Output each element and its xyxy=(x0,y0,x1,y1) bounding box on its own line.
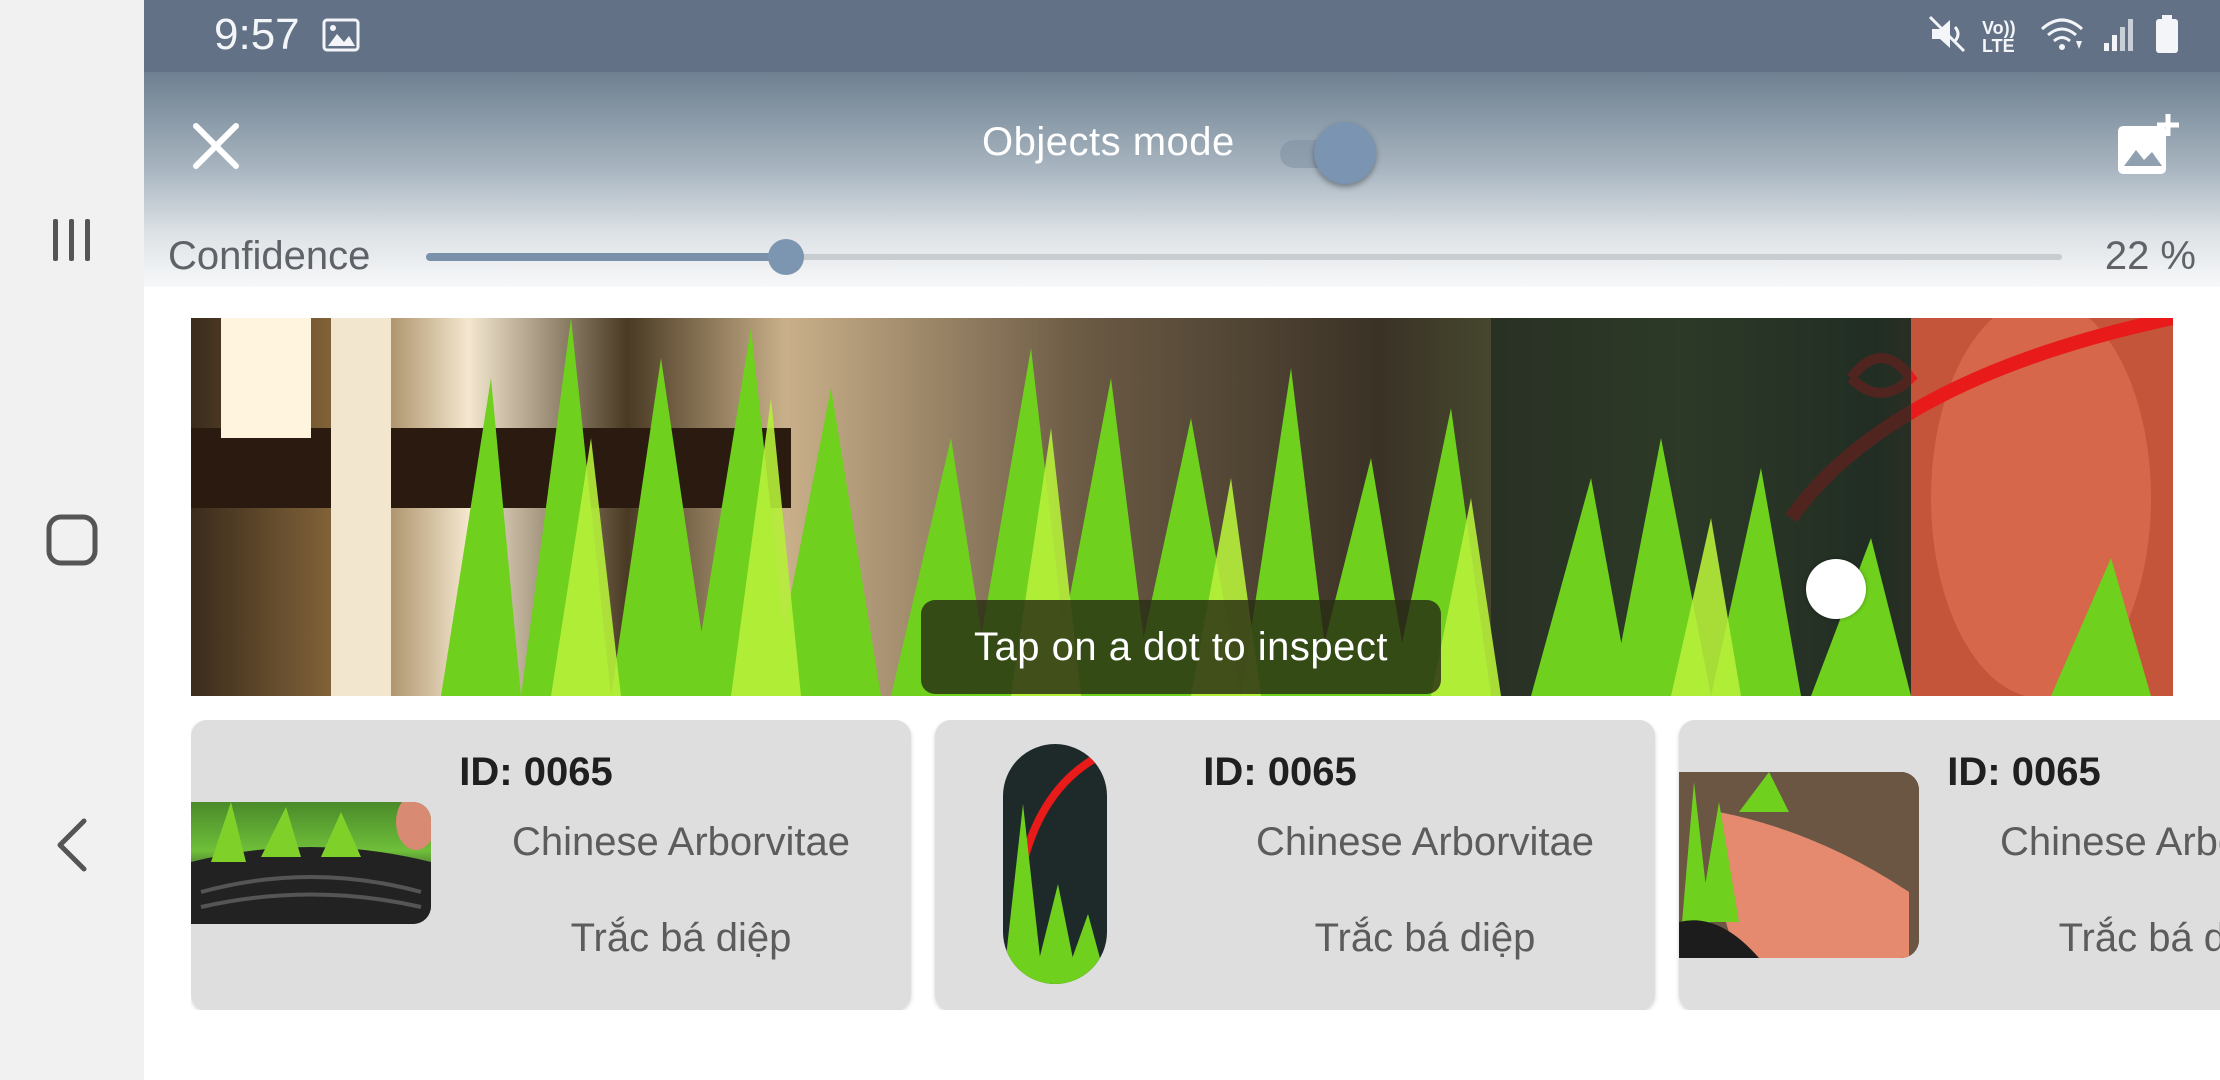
result-name: Chinese Arborvitae xyxy=(512,820,850,864)
system-nav-bar xyxy=(0,0,144,1080)
inspect-hint: Tap on a dot to inspect xyxy=(921,600,1441,694)
status-bar: 9:57 Vo)) LTE xyxy=(144,0,2220,72)
confidence-slider[interactable] xyxy=(426,232,2062,282)
result-local-name: Trắc bá diệp xyxy=(570,916,792,960)
result-local-name: Trắc bá diệp xyxy=(1314,916,1536,960)
add-image-button[interactable] xyxy=(2112,112,2182,182)
result-name: Chinese Arborvitae xyxy=(2000,820,2220,864)
home-icon xyxy=(46,514,98,566)
slider-fill xyxy=(426,253,786,261)
back-button[interactable] xyxy=(0,800,144,890)
recents-button[interactable] xyxy=(0,200,144,280)
result-id: ID: 0065 xyxy=(1947,750,2101,794)
close-icon xyxy=(193,123,239,169)
confidence-value: 22 % xyxy=(2104,234,2196,278)
confidence-label: Confidence xyxy=(168,234,371,278)
mute-icon xyxy=(1928,15,1966,58)
status-icons: Vo)) LTE xyxy=(1928,14,2180,59)
add-image-icon xyxy=(2118,114,2179,174)
result-card[interactable]: ID: 0065 Chinese Arborvitae Trắc bá diệp xyxy=(1679,720,2220,1010)
volte-text: Vo)) LTE xyxy=(1982,17,2016,56)
detection-dot[interactable] xyxy=(1806,559,1866,619)
home-button[interactable] xyxy=(0,500,144,580)
objects-mode-label: Objects mode xyxy=(982,120,1235,164)
result-name: Chinese Arborvitae xyxy=(1256,820,1594,864)
signal-icon xyxy=(2102,15,2138,58)
result-thumbnail xyxy=(1679,772,1919,958)
toggle-thumb xyxy=(1314,122,1376,184)
wifi-icon xyxy=(2038,15,2086,58)
recents-icon xyxy=(53,219,90,261)
status-time: 9:57 xyxy=(214,10,300,59)
result-local-name: Trắc bá diệp xyxy=(2058,916,2220,960)
results-list: ID: 0065 Chinese Arborvitae Trắc bá diệp… xyxy=(191,720,2220,1010)
battery-icon xyxy=(2154,14,2180,59)
gallery-icon xyxy=(322,16,360,59)
close-button[interactable] xyxy=(184,114,248,178)
objects-mode-toggle[interactable] xyxy=(1274,122,1376,184)
result-thumbnail xyxy=(191,802,431,924)
back-icon xyxy=(57,818,87,872)
slider-thumb[interactable] xyxy=(768,239,804,275)
app-toolbar: Objects mode Confidence 22 % xyxy=(144,72,2220,287)
volte-icon: Vo)) LTE xyxy=(1982,19,2022,55)
